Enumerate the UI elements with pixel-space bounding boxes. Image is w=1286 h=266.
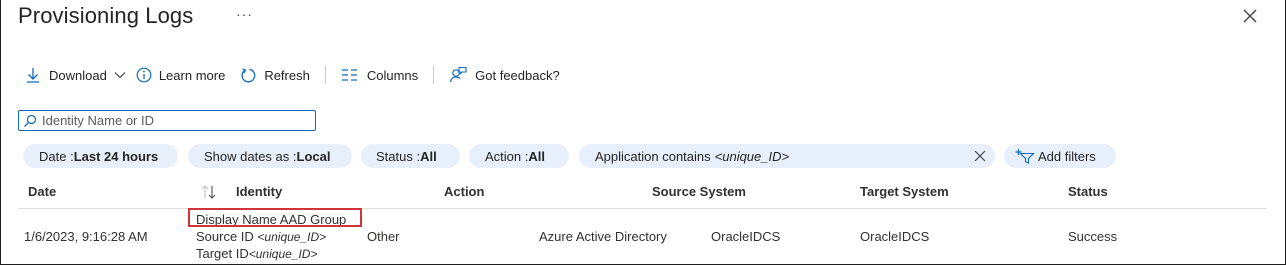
download-icon — [25, 66, 41, 84]
column-header-source-system[interactable]: Source System — [652, 184, 746, 199]
filter-show-dates[interactable]: Show dates as : Local — [188, 144, 352, 168]
filter-date-key: Date : — [39, 148, 74, 164]
columns-icon — [341, 68, 358, 82]
filter-action-value: All — [528, 148, 545, 164]
filter-application-key: Application contains — [595, 148, 711, 164]
row-status: Success — [1068, 229, 1118, 244]
filter-show-dates-key: Show dates as : — [204, 148, 297, 164]
filter-show-dates-value: Local — [296, 148, 331, 164]
chevron-down-icon — [114, 70, 126, 80]
row-target-id: Target ID<unique_ID> — [196, 246, 317, 261]
sort-icon[interactable] — [200, 184, 218, 200]
column-header-target-system[interactable]: Target System — [860, 184, 949, 199]
learn-more-label: Learn more — [158, 67, 226, 83]
target-id-label: Target ID — [196, 246, 249, 261]
add-filters-label: Add filters — [1038, 148, 1096, 164]
search-box — [18, 110, 316, 131]
row-source-id: Source ID <unique_ID> — [196, 229, 326, 244]
more-options-button[interactable]: ··· — [236, 6, 253, 22]
row-action: Other — [367, 229, 400, 244]
filter-date-value: Last 24 hours — [73, 148, 159, 164]
page-title: Provisioning Logs — [18, 3, 194, 28]
close-icon[interactable] — [1241, 7, 1259, 25]
add-filter-icon — [1015, 148, 1035, 164]
refresh-button[interactable]: Refresh — [240, 67, 310, 84]
info-icon — [136, 67, 152, 83]
toolbar-divider — [433, 66, 435, 84]
toolbar-divider — [324, 66, 326, 84]
toolbar: Download Learn more Refresh Columns Got … — [25, 64, 560, 86]
filter-action[interactable]: Action : All — [469, 144, 569, 168]
row-source-app: OracleIDCS — [711, 229, 781, 244]
refresh-label: Refresh — [264, 67, 310, 83]
filter-status[interactable]: Status : All — [361, 144, 460, 168]
source-id-value: <unique_ID> — [257, 230, 327, 244]
download-label: Download — [49, 67, 107, 83]
column-header-status[interactable]: Status — [1068, 184, 1108, 199]
row-date: 1/6/2023, 9:16:28 AM — [24, 229, 148, 244]
feedback-label: Got feedback? — [475, 67, 560, 83]
column-header-action[interactable]: Action — [444, 184, 484, 199]
feedback-person-icon — [449, 66, 467, 84]
add-filters-button[interactable]: Add filters — [1004, 144, 1116, 168]
column-header-identity[interactable]: Identity — [236, 184, 282, 199]
download-button[interactable]: Download — [25, 66, 126, 84]
columns-button[interactable]: Columns — [341, 68, 418, 83]
target-id-value: <unique_ID> — [248, 247, 318, 261]
filter-date[interactable]: Date : Last 24 hours — [23, 144, 178, 168]
columns-label: Columns — [366, 67, 419, 83]
source-id-label: Source ID — [196, 229, 258, 244]
column-header-date[interactable]: Date — [28, 184, 56, 199]
remove-filter-icon[interactable] — [973, 149, 987, 163]
search-input[interactable] — [42, 113, 312, 128]
row-source-system: Azure Active Directory — [539, 229, 667, 244]
search-icon — [23, 114, 37, 128]
filter-status-key: Status : — [376, 148, 421, 164]
filter-action-key: Action : — [485, 148, 529, 164]
learn-more-button[interactable]: Learn more — [136, 67, 225, 83]
row-target-system: OracleIDCS — [860, 229, 930, 244]
refresh-icon — [240, 67, 257, 84]
filter-application[interactable]: Application contains <unique_ID> — [579, 144, 995, 168]
filter-status-value: All — [420, 148, 437, 164]
filter-application-value: <unique_ID> — [714, 148, 790, 164]
feedback-button[interactable]: Got feedback? — [449, 66, 560, 84]
highlight-box — [188, 208, 362, 227]
